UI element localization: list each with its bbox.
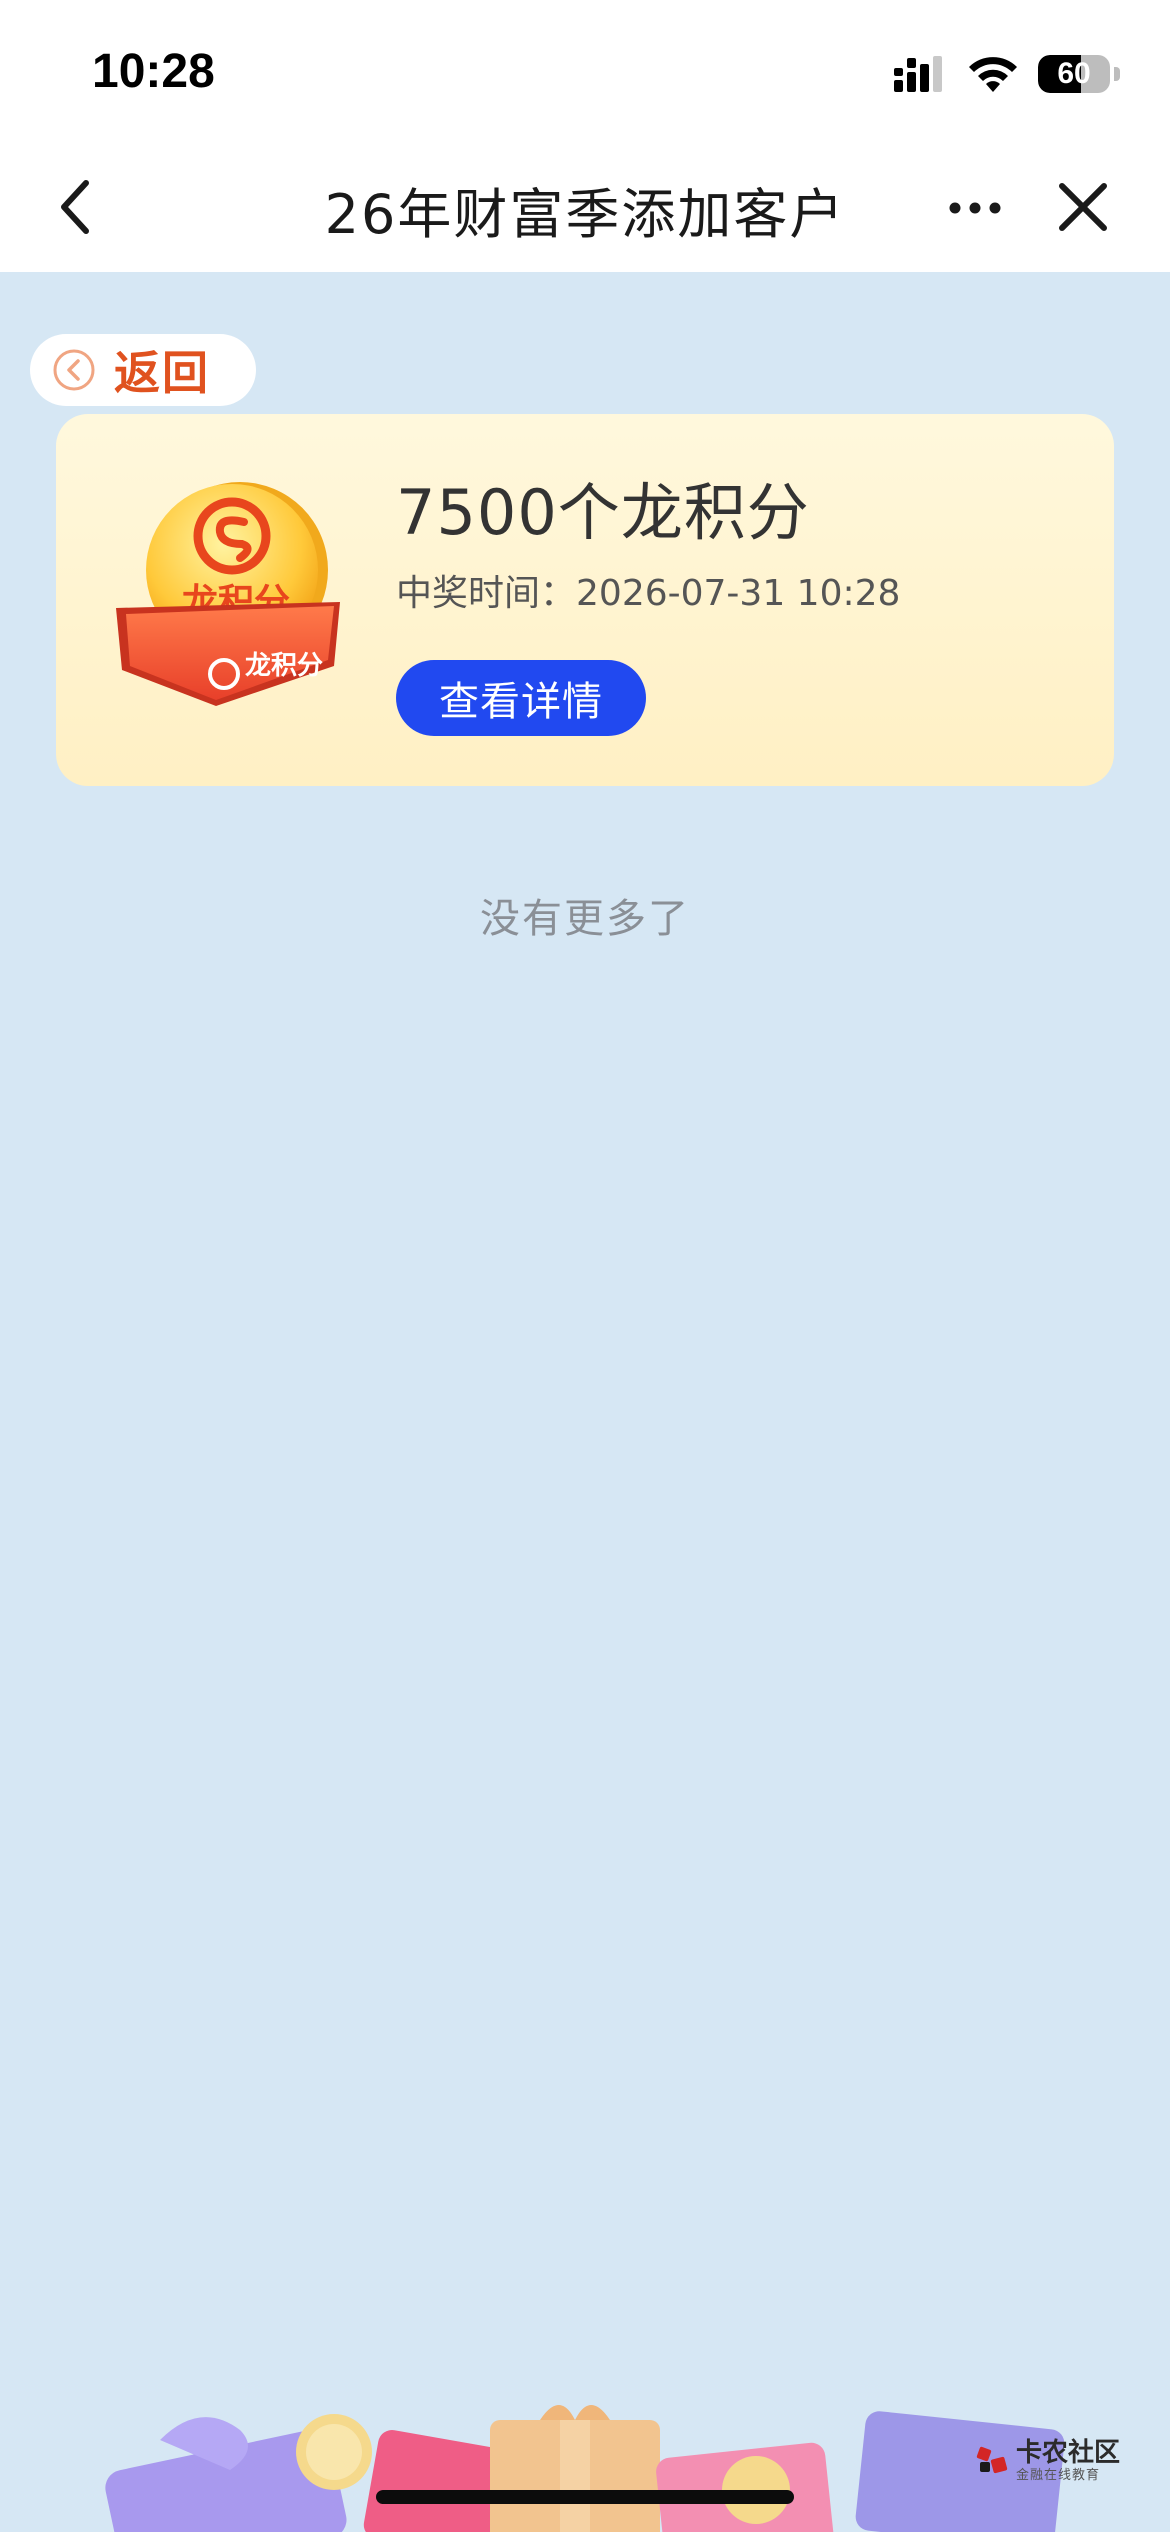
home-indicator[interactable]: [376, 2490, 794, 2504]
battery-level: 60: [1057, 57, 1091, 90]
battery-icon: 60: [1038, 55, 1110, 93]
dragon-points-coin-image: 龙积分 龙积分: [116, 482, 340, 706]
watermark-logo-icon: [976, 2446, 1008, 2474]
watermark-title: 卡农社区: [1016, 2438, 1121, 2468]
watermark-subtitle: 金融在线教育: [1016, 2468, 1101, 2483]
status-time: 10:28: [92, 45, 215, 98]
more-dots-icon: [949, 202, 1001, 214]
prize-time: 中奖时间：2026-07-31 10:28: [396, 564, 900, 616]
box-label: 龙积分: [245, 651, 323, 681]
status-icons: 60: [892, 52, 1120, 96]
circle-chevron-left-icon: [53, 349, 95, 391]
cellular-signal-icon: [894, 56, 942, 92]
close-icon: [1059, 183, 1107, 231]
no-more-text: 没有更多了: [480, 896, 690, 942]
battery-nub: [1114, 67, 1120, 81]
more-button[interactable]: [940, 180, 1010, 236]
prize-card: 龙积分 龙积分 7500个龙积分 中奖时间：2026-07-31 10:28 查…: [56, 414, 1114, 786]
status-bar: 10:28 60: [0, 0, 1170, 140]
close-button[interactable]: [1050, 172, 1116, 242]
return-label: 返回: [114, 346, 210, 400]
return-button[interactable]: 返回: [30, 334, 256, 406]
prize-title: 7500个龙积分: [396, 476, 810, 549]
prize-time-value: 2026-07-31 10:28: [576, 573, 901, 614]
prize-time-label: 中奖时间：: [396, 573, 577, 614]
watermark: 卡农社区 金融在线教育: [976, 2440, 1120, 2482]
wifi-icon: [969, 57, 1017, 92]
view-details-button[interactable]: 查看详情: [396, 660, 646, 736]
nav-bar: 26年财富季添加客户: [0, 140, 1170, 272]
